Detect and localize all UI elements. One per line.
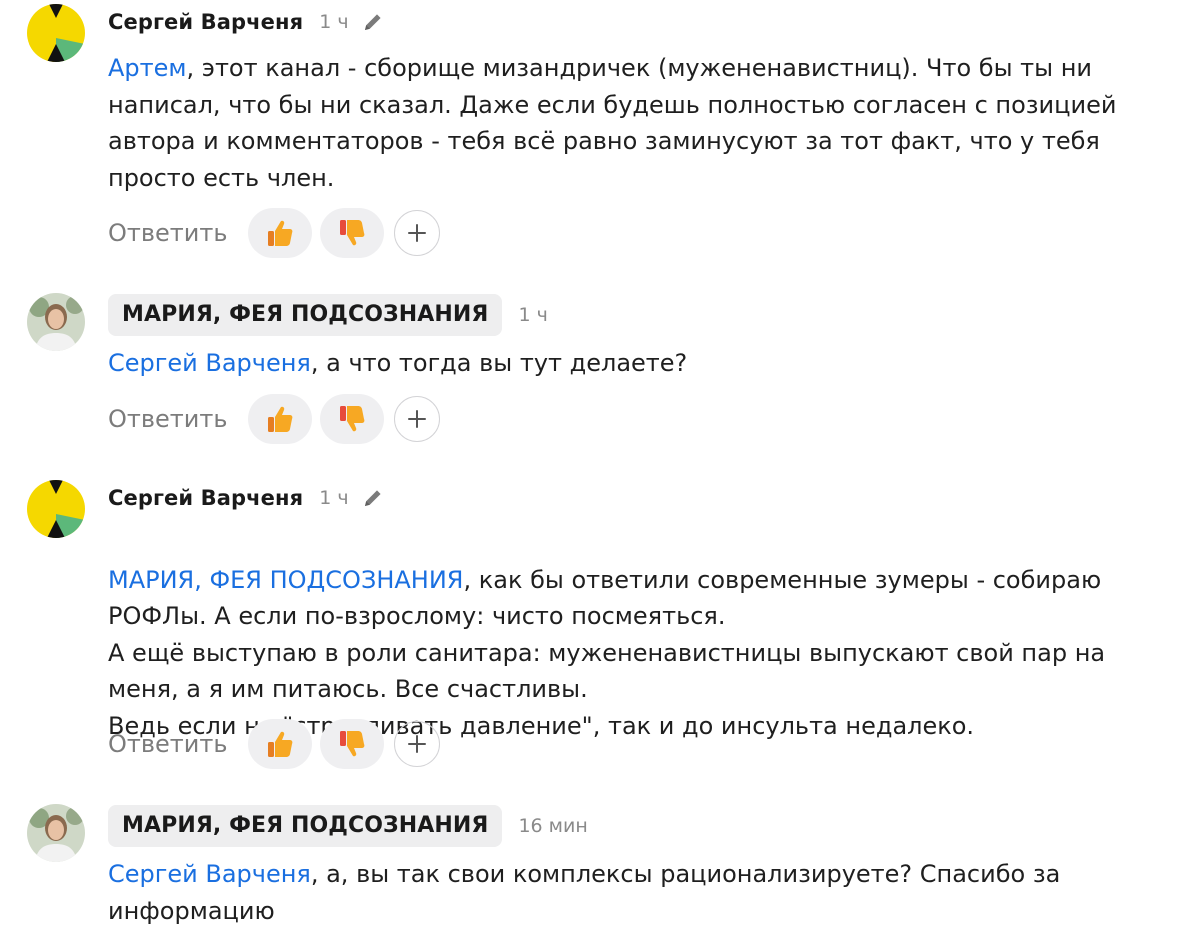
yellow-green-avatar-icon	[27, 480, 85, 538]
comment-header: МАРИЯ, ФЕЯ ПОДСОЗНАНИЯ 16 мин	[108, 804, 588, 848]
comment-actions: Ответить	[108, 208, 440, 258]
comment-actions: Ответить	[108, 719, 440, 769]
avatar[interactable]	[27, 804, 85, 862]
add-reaction-button[interactable]	[394, 396, 440, 442]
thumbs-down-icon	[340, 220, 365, 246]
author-name[interactable]: МАРИЯ, ФЕЯ ПОДСОЗНАНИЯ	[108, 294, 503, 336]
comment-time: 1 ч	[518, 304, 548, 326]
mention-link[interactable]: Сергей Варченя	[108, 349, 311, 377]
add-reaction-button[interactable]	[394, 210, 440, 256]
thumbs-down-icon	[340, 406, 365, 432]
comment-text: Артем, этот канал - сборище мизандричек …	[108, 50, 1183, 196]
comment-header: МАРИЯ, ФЕЯ ПОДСОЗНАНИЯ 1 ч	[108, 293, 548, 337]
comment-text: МАРИЯ, ФЕЯ ПОДСОЗНАНИЯ, как бы ответили …	[108, 525, 1183, 744]
avatar[interactable]	[27, 293, 85, 351]
comment-time: 16 мин	[518, 815, 588, 837]
pencil-icon[interactable]	[361, 10, 385, 34]
comment-text: Сергей Варченя, а, вы так свои комплексы…	[108, 856, 1183, 929]
mention-link[interactable]: МАРИЯ, ФЕЯ ПОДСОЗНАНИЯ	[108, 566, 463, 594]
avatar[interactable]	[27, 4, 85, 62]
like-button[interactable]	[248, 719, 312, 769]
pencil-icon[interactable]	[361, 486, 385, 510]
comment-header: Сергей Варченя 1 ч	[108, 476, 385, 520]
reply-button[interactable]: Ответить	[108, 730, 248, 758]
mention-link[interactable]: Сергей Варченя	[108, 860, 311, 888]
thumbs-up-icon	[268, 731, 293, 757]
thumbs-down-icon	[340, 731, 365, 757]
profile-photo-icon	[27, 804, 85, 862]
reply-button[interactable]: Ответить	[108, 405, 248, 433]
yellow-green-avatar-icon	[27, 4, 85, 62]
thumbs-up-icon	[268, 406, 293, 432]
plus-icon	[408, 410, 426, 428]
like-button[interactable]	[248, 394, 312, 444]
dislike-button[interactable]	[320, 394, 384, 444]
reply-button[interactable]: Ответить	[108, 219, 248, 247]
mention-link[interactable]: Артем	[108, 54, 187, 82]
comment-actions: Ответить	[108, 394, 440, 444]
comment-header: Сергей Варченя 1 ч	[108, 0, 385, 44]
comment-body: , а что тогда вы тут делаете?	[310, 349, 688, 377]
like-button[interactable]	[248, 208, 312, 258]
dislike-button[interactable]	[320, 719, 384, 769]
thumbs-up-icon	[268, 220, 293, 246]
comment-time: 1 ч	[319, 487, 349, 509]
author-name[interactable]: МАРИЯ, ФЕЯ ПОДСОЗНАНИЯ	[108, 805, 503, 847]
avatar[interactable]	[27, 480, 85, 538]
author-name[interactable]: Сергей Варченя	[108, 486, 303, 510]
dislike-button[interactable]	[320, 208, 384, 258]
profile-photo-icon	[27, 293, 85, 351]
plus-icon	[408, 224, 426, 242]
add-reaction-button[interactable]	[394, 721, 440, 767]
comment-text: Сергей Варченя, а что тогда вы тут делае…	[108, 345, 1183, 382]
comment-time: 1 ч	[319, 11, 349, 33]
author-name[interactable]: Сергей Варченя	[108, 10, 303, 34]
plus-icon	[408, 735, 426, 753]
comment-body: , этот канал - сборище мизандричек (муже…	[108, 54, 1117, 192]
